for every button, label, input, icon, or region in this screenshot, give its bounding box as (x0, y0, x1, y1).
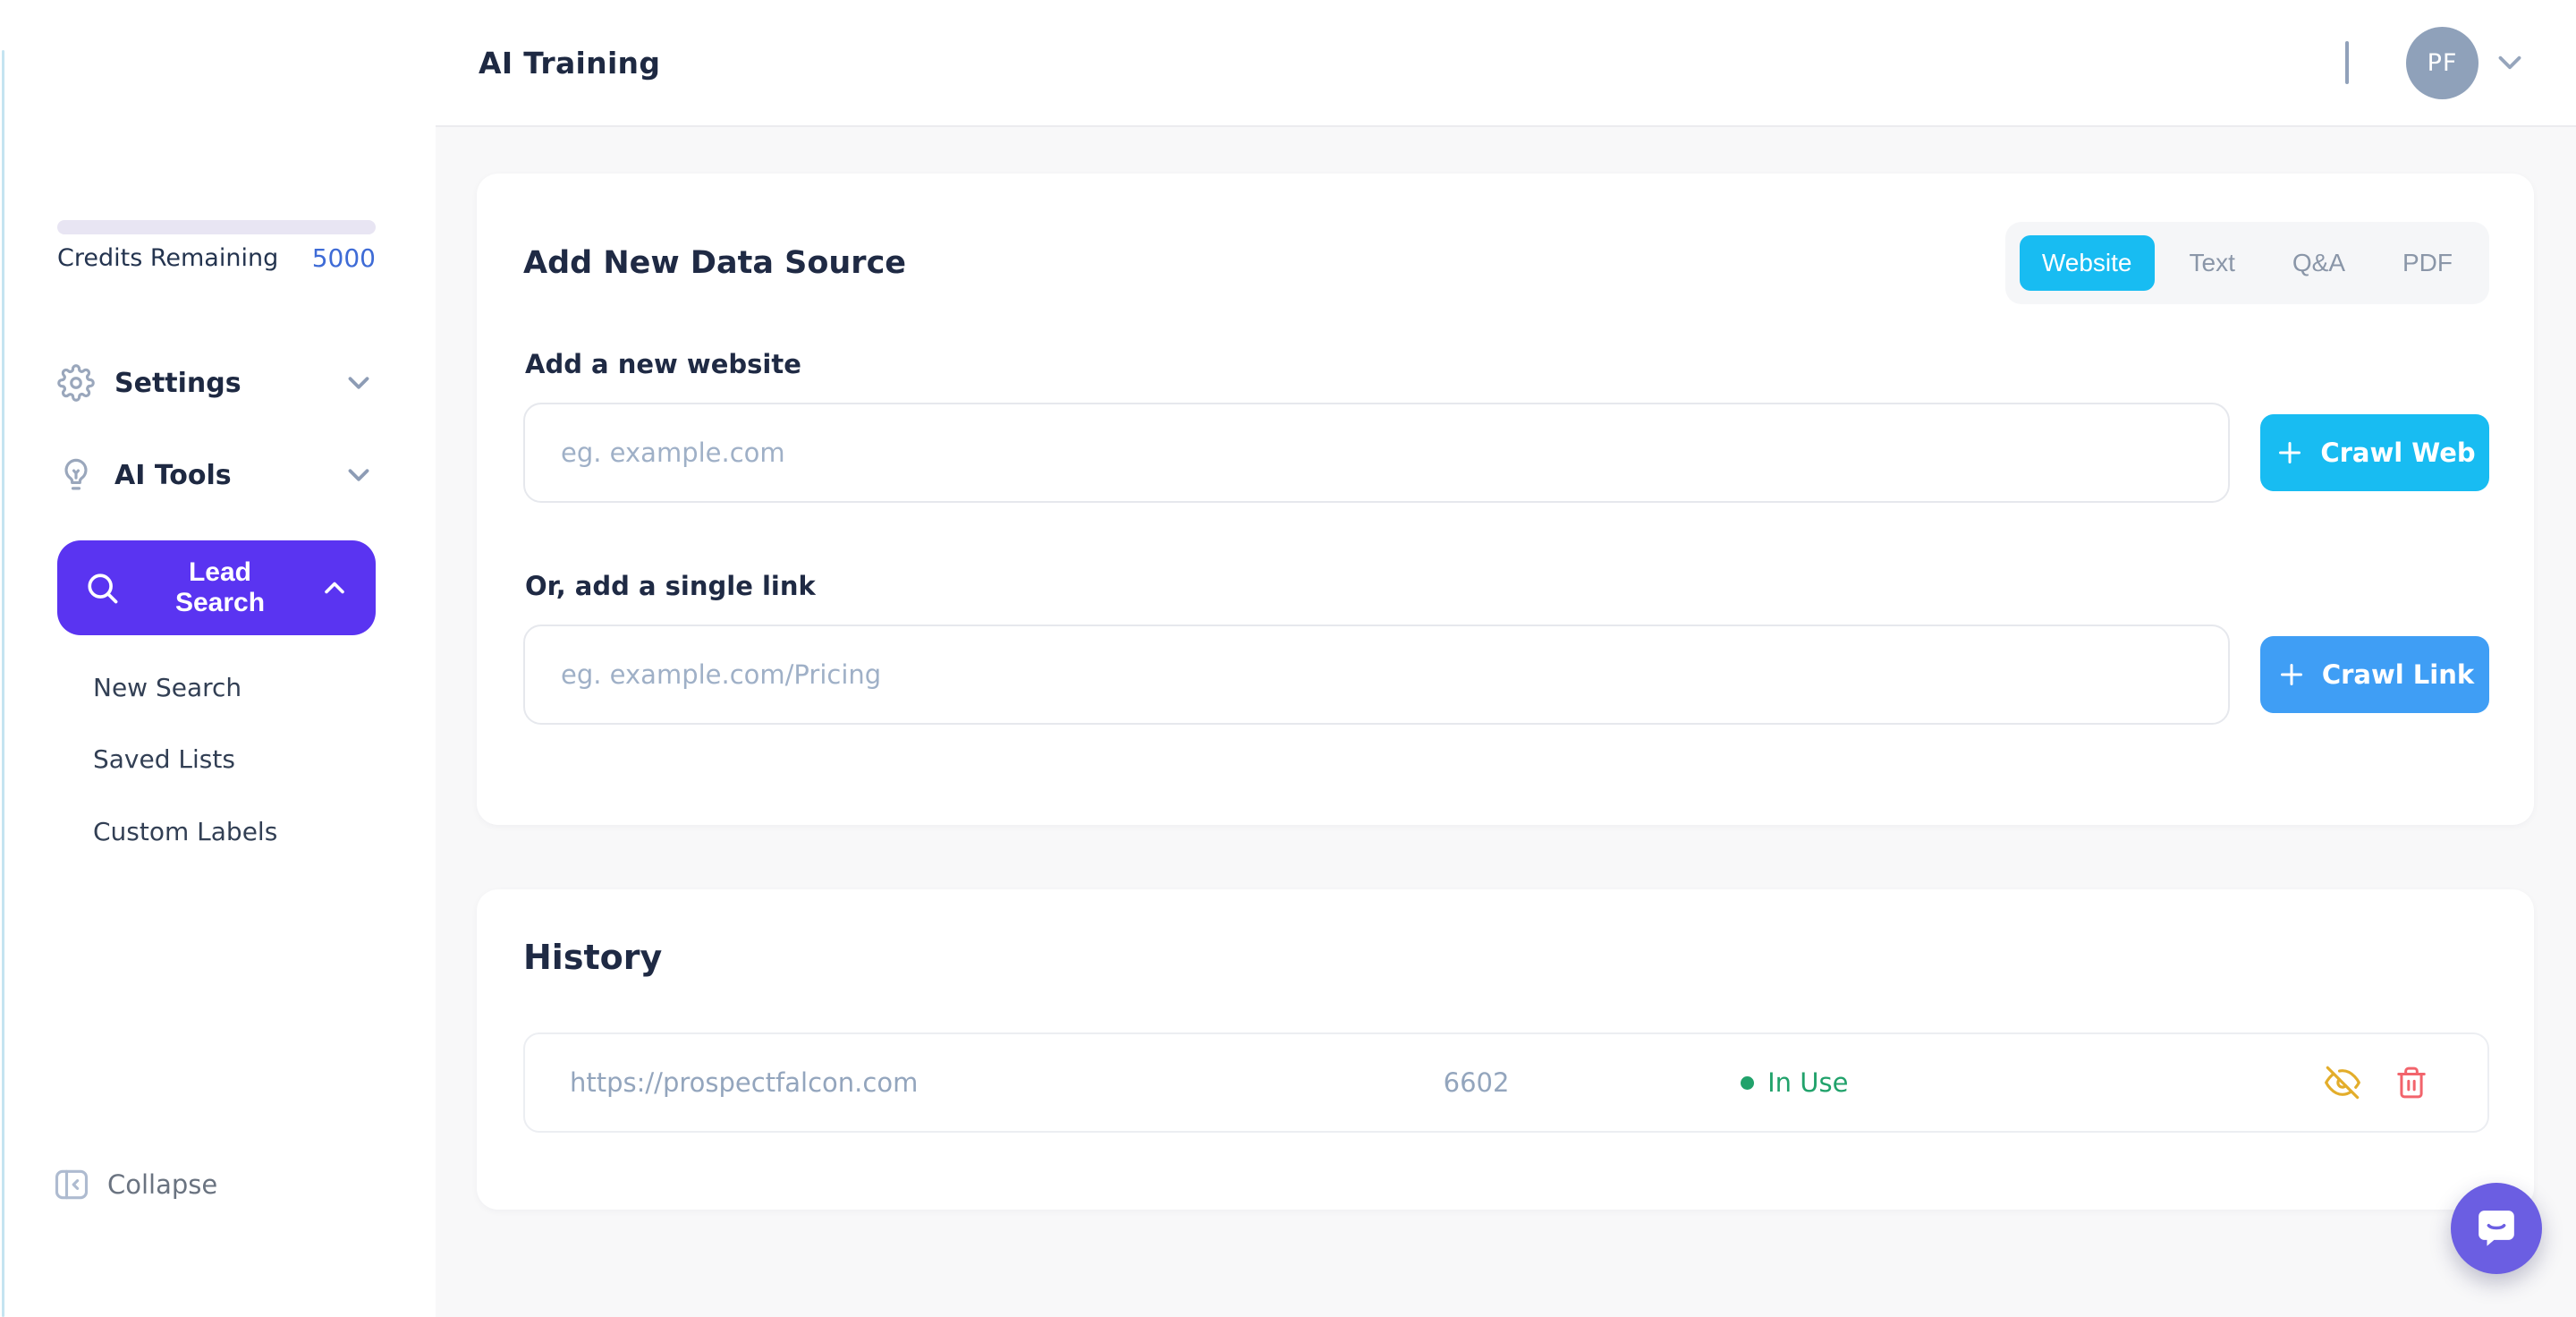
single-link-input[interactable] (523, 625, 2230, 725)
status-label: In Use (1767, 1067, 1848, 1098)
status-dot (1741, 1076, 1754, 1090)
custom-labels-label: Custom Labels (93, 817, 277, 846)
credits-value: 5000 (312, 243, 376, 273)
header-divider (2345, 41, 2349, 84)
history-row-actions (2325, 1065, 2428, 1100)
history-card: History https://prospectfalcon.com 6602 … (477, 889, 2534, 1210)
sidebar-item-ai-tools[interactable]: AI Tools (57, 450, 376, 500)
trash-icon (2394, 1066, 2428, 1100)
lightbulb-icon (57, 456, 95, 494)
sidebar-item-settings[interactable]: Settings (57, 358, 376, 408)
crawl-web-label: Crawl Web (2320, 438, 2475, 468)
toggle-visibility-button[interactable] (2325, 1065, 2360, 1100)
saved-lists-label: Saved Lists (93, 744, 235, 774)
history-row: https://prospectfalcon.com 6602 In Use (523, 1032, 2489, 1133)
chat-bubble-icon (2471, 1203, 2521, 1253)
delete-source-button[interactable] (2394, 1066, 2428, 1100)
collapse-sidebar-button[interactable]: Collapse (52, 1165, 217, 1204)
tab-qa[interactable]: Q&A (2270, 235, 2368, 291)
crawl-web-button[interactable]: Crawl Web (2260, 414, 2489, 491)
chevron-up-icon (318, 572, 351, 604)
chat-launcher-button[interactable] (2451, 1183, 2542, 1274)
tab-text[interactable]: Text (2167, 235, 2258, 291)
sidebar: Credits Remaining 5000 Settings AI Tools (0, 0, 436, 1317)
credits-summary: Credits Remaining 5000 (57, 243, 376, 273)
source-type-tabs: Website Text Q&A PDF (2005, 222, 2489, 304)
account-controls: PF (2345, 27, 2529, 99)
lead-search-label: Lead Search (141, 557, 299, 618)
chevron-down-icon[interactable] (2491, 44, 2529, 81)
main-area: AI Training PF Add New Data Source Websi… (436, 0, 2576, 1317)
card-title: Add New Data Source (523, 245, 906, 281)
crawl-link-button[interactable]: Crawl Link (2260, 636, 2489, 713)
website-field-label: Add a new website (525, 349, 2489, 379)
sidebar-item-saved-lists[interactable]: Saved Lists (93, 737, 361, 780)
search-icon (82, 568, 122, 608)
credits-label: Credits Remaining (57, 244, 278, 272)
crawl-link-label: Crawl Link (2322, 659, 2474, 690)
tab-website[interactable]: Website (2020, 235, 2155, 291)
avatar[interactable]: PF (2406, 27, 2479, 99)
status-badge: In Use (1741, 1067, 2325, 1098)
history-page-count: 6602 (1444, 1067, 1741, 1098)
page-title: AI Training (479, 46, 660, 81)
sidebar-item-custom-labels[interactable]: Custom Labels (93, 810, 361, 853)
tab-pdf[interactable]: PDF (2380, 235, 2475, 291)
ai-tools-label: AI Tools (114, 460, 232, 491)
chevron-down-icon (342, 458, 376, 492)
collapse-label: Collapse (107, 1169, 217, 1200)
eye-off-icon (2325, 1065, 2360, 1100)
plus-icon (2274, 437, 2306, 469)
new-search-label: New Search (93, 673, 242, 702)
page-content: Add New Data Source Website Text Q&A PDF… (436, 127, 2576, 1210)
panel-collapse-icon (52, 1165, 91, 1204)
website-url-input[interactable] (523, 403, 2230, 503)
gear-icon (57, 364, 95, 402)
plus-icon (2275, 658, 2308, 691)
sidebar-item-new-search[interactable]: New Search (93, 666, 361, 709)
history-url: https://prospectfalcon.com (570, 1067, 1444, 1098)
history-title: History (523, 938, 2489, 977)
link-field-label: Or, add a single link (525, 571, 2489, 601)
add-data-source-card: Add New Data Source Website Text Q&A PDF… (477, 174, 2534, 825)
credits-progress-bar (57, 220, 376, 234)
chevron-down-icon (342, 366, 376, 400)
settings-label: Settings (114, 368, 242, 399)
left-edge-accent (2, 50, 4, 1317)
top-bar: AI Training PF (436, 0, 2576, 127)
sidebar-item-lead-search[interactable]: Lead Search (57, 540, 376, 635)
